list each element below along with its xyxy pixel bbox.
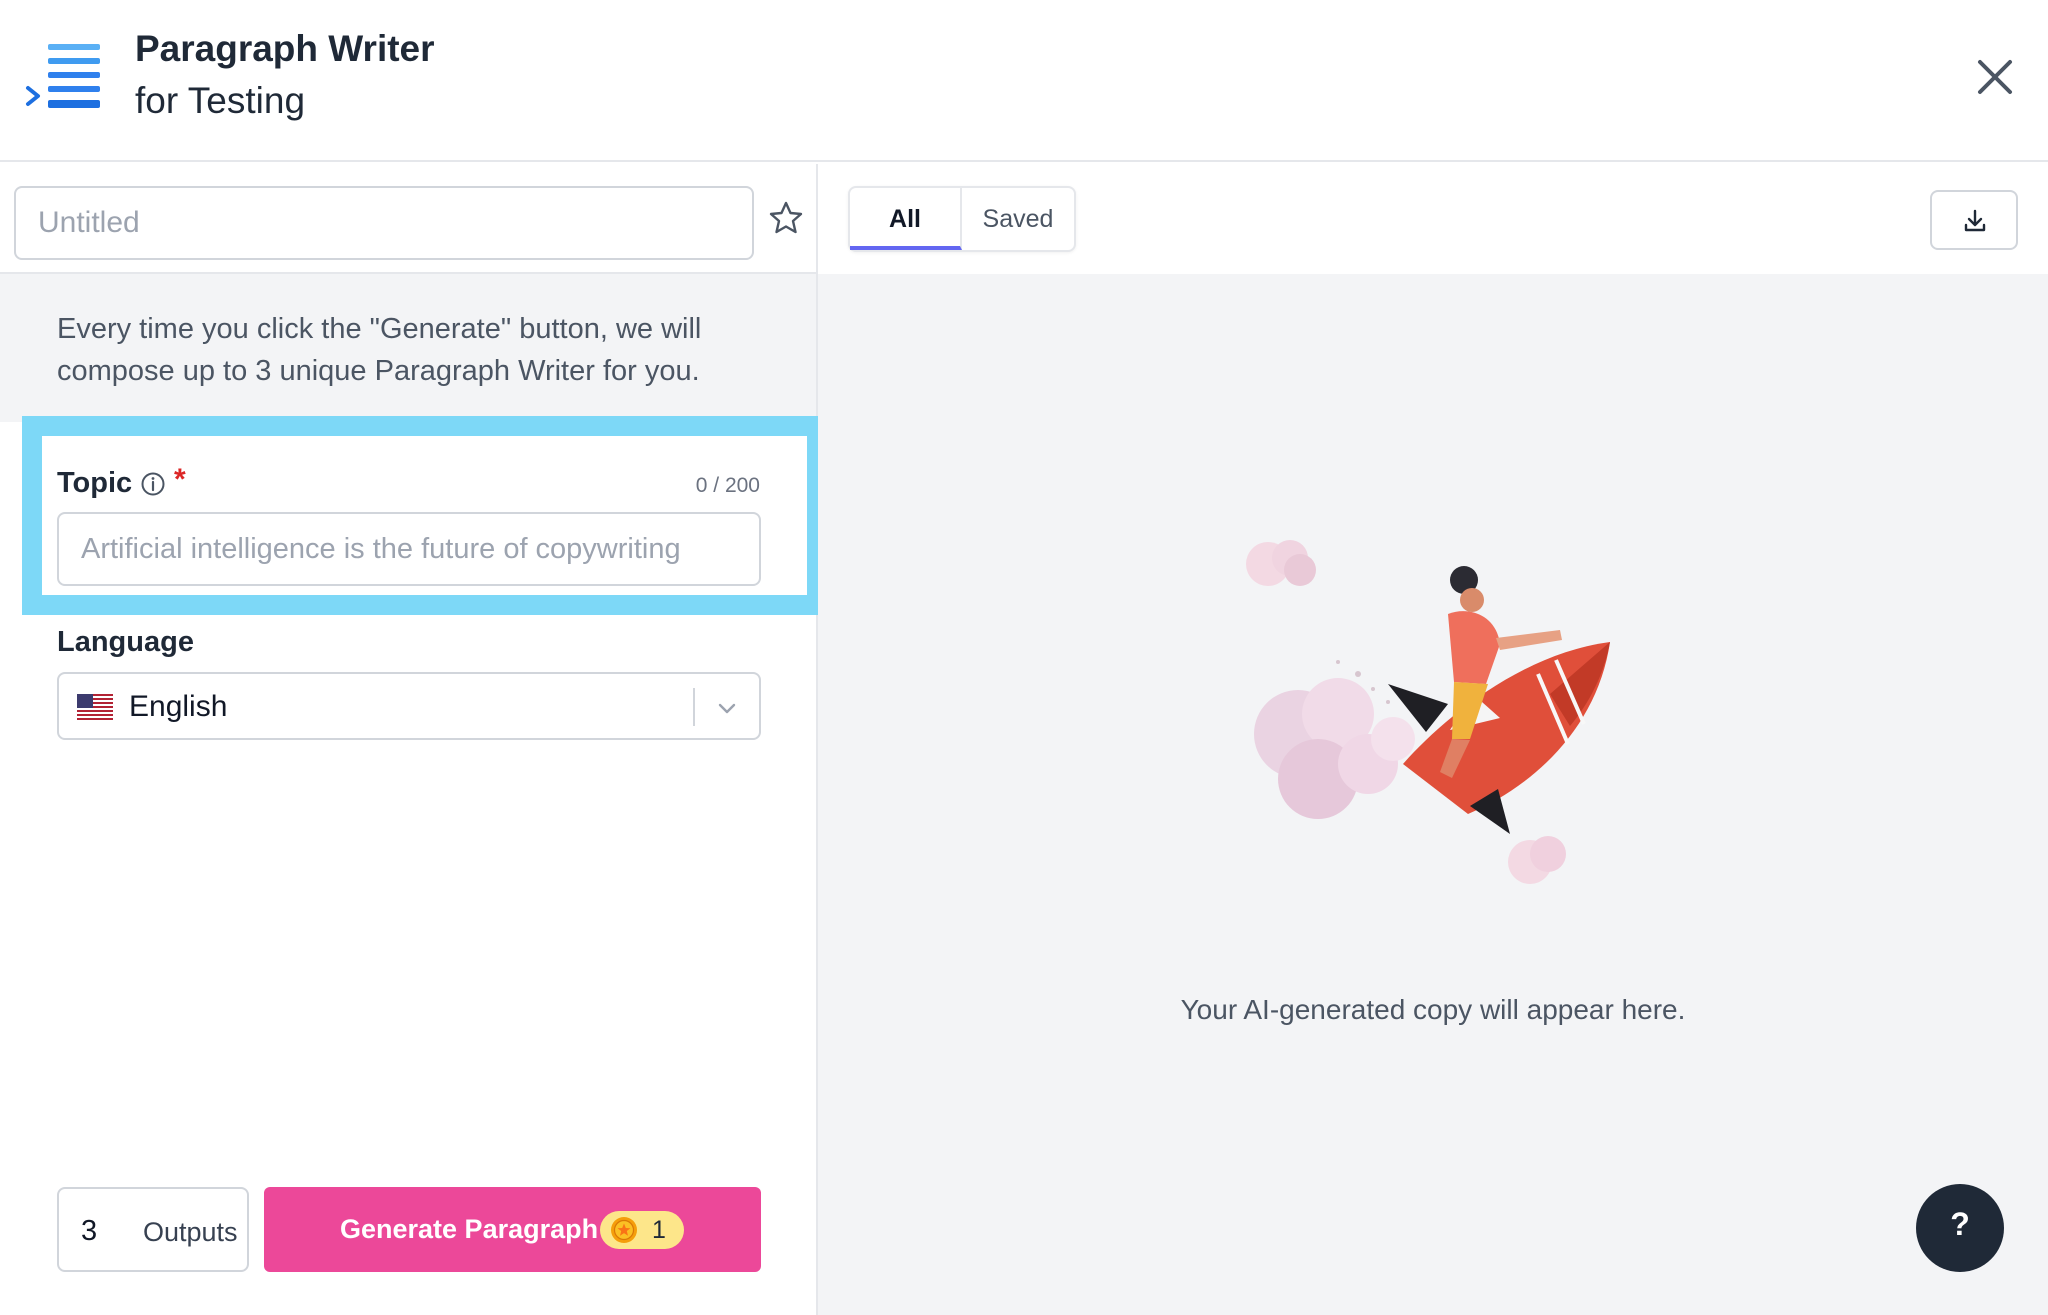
coin-icon — [611, 1217, 637, 1243]
outputs-label: Outputs — [143, 1217, 238, 1247]
info-icon[interactable] — [140, 471, 166, 497]
required-asterisk: * — [174, 463, 186, 496]
download-icon — [1964, 209, 1986, 232]
topic-input[interactable] — [57, 512, 761, 586]
help-button[interactable]: ? — [1916, 1184, 2004, 1272]
us-flag-icon — [77, 694, 113, 720]
page-subtitle: for Testing — [135, 80, 306, 121]
info-text: Every time you click the "Generate" butt… — [57, 313, 702, 387]
close-icon[interactable] — [1972, 54, 2018, 100]
credit-cost-value: 1 — [652, 1216, 666, 1244]
results-panel: All Saved Your AI-generated copy will ap… — [818, 164, 2048, 1315]
generate-paragraph-button[interactable]: Generate Paragraph 1 — [264, 1187, 761, 1272]
page-title: Paragraph Writer — [135, 28, 435, 69]
chevron-down-icon — [718, 703, 736, 714]
empty-state-message: Your AI-generated copy will appear here. — [1180, 994, 1686, 1025]
document-title-bar — [0, 164, 816, 274]
results-tabs: All Saved — [848, 186, 1076, 252]
language-label: Language — [57, 626, 194, 658]
results-toolbar: All Saved — [818, 164, 2048, 274]
download-button[interactable] — [1930, 190, 2018, 250]
language-selected-value: English — [129, 690, 228, 723]
select-divider — [693, 688, 695, 726]
tab-all[interactable]: All — [850, 188, 962, 250]
language-select[interactable]: English — [57, 672, 761, 740]
outputs-count-input[interactable]: 3 Outputs — [57, 1187, 249, 1272]
topic-char-counter: 0 / 200 — [695, 474, 760, 497]
topic-label: Topic — [57, 467, 133, 499]
rocket — [1388, 642, 1610, 834]
list-logo-icon — [26, 44, 100, 108]
credit-cost-badge: 1 — [600, 1211, 684, 1249]
cloud-exhaust — [1254, 678, 1415, 819]
help-icon: ? — [1950, 1206, 1970, 1242]
tab-saved[interactable]: Saved — [962, 188, 1074, 250]
generate-button-label: Generate Paragraph — [340, 1214, 599, 1244]
cloud-top — [1246, 540, 1316, 586]
info-box: Every time you click the "Generate" butt… — [0, 274, 816, 422]
app-header: Paragraph Writer for Testing — [0, 0, 2048, 162]
outputs-count-value: 3 — [81, 1215, 98, 1247]
cloud-bottom — [1508, 836, 1566, 884]
star-icon[interactable] — [768, 200, 804, 236]
document-title-input[interactable] — [14, 186, 754, 260]
